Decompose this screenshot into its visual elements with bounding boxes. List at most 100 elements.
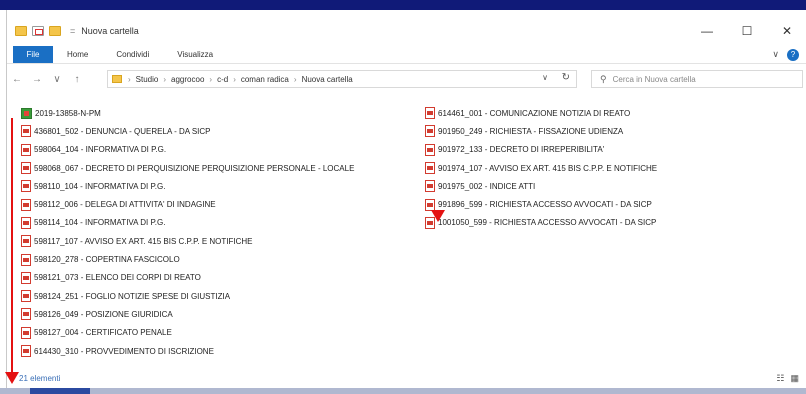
file-item[interactable]: 598127_004 - CERTIFICATO PENALE (21, 324, 354, 342)
file-item[interactable]: 598126_049 - POSIZIONE GIURIDICA (21, 305, 354, 323)
large-icons-view-icon[interactable]: ▦ (790, 373, 799, 384)
pdf-file-icon (21, 345, 31, 357)
forward-button[interactable]: → (27, 74, 47, 85)
annotation-arrow-head (5, 372, 19, 384)
pdf-file-icon (425, 107, 435, 120)
file-column-2: 614461_001 - COMUNICAZIONE NOTIZIA DI RE… (425, 104, 657, 232)
address-bar[interactable]: › Studio › aggrocoo › c-d › coman radica… (107, 70, 577, 88)
pdf-file-icon (21, 216, 31, 229)
pdf-file-icon (425, 180, 435, 193)
annotation-arrow-line (11, 118, 13, 376)
back-button[interactable]: ← (7, 74, 27, 85)
navigation-bar: ← → ∨ ↑ › Studio › aggrocoo › c-d › coma… (7, 66, 806, 92)
file-item[interactable]: 991896_599 - RICHIESTA ACCESSO AVVOCATI … (425, 195, 657, 213)
pdf-file-icon (21, 198, 31, 211)
file-item[interactable]: 598124_251 - FOGLIO NOTIZIE SPESE DI GIU… (21, 287, 354, 305)
file-name: 436801_502 - DENUNCIA - QUERELA - DA SIC… (34, 126, 211, 136)
breadcrumb-studio[interactable]: Studio (136, 75, 159, 84)
qa-customize-icon[interactable]: = (70, 26, 75, 36)
window-controls: — ☐ ✕ (687, 16, 806, 46)
file-name: 1001050_599 - RICHIESTA ACCESSO AVVOCATI… (438, 218, 657, 228)
search-icon: ⚲ (600, 73, 607, 84)
file-item[interactable]: 901972_133 - DECRETO DI IRREPERIBILITA' (425, 141, 657, 159)
file-name: 598112_006 - DELEGA DI ATTIVITA' DI INDA… (34, 200, 216, 210)
tab-condividi[interactable]: Condividi (102, 46, 163, 63)
pdf-file-icon (21, 253, 31, 266)
properties-icon[interactable] (32, 26, 44, 36)
minimize-button[interactable]: — (687, 16, 727, 46)
file-item[interactable]: 901950_249 - RICHIESTA - FISSAZIONE UDIE… (425, 122, 657, 140)
file-name: 614461_001 - COMUNICAZIONE NOTIZIA DI RE… (438, 108, 631, 118)
breadcrumb-sep-icon: › (163, 74, 167, 84)
file-name: 598120_278 - COPERTINA FASCICOLO (34, 255, 180, 265)
desktop-top-bar (0, 0, 806, 10)
annotation-arrow-head (431, 210, 445, 222)
tab-home[interactable]: Home (53, 46, 102, 63)
pdf-file-icon (21, 162, 31, 175)
tab-visualizza[interactable]: Visualizza (163, 46, 227, 63)
pdf-file-icon (21, 125, 31, 138)
close-button[interactable]: ✕ (767, 16, 806, 46)
breadcrumb-c-d[interactable]: c-d (217, 75, 228, 84)
breadcrumb-aggrocoo[interactable]: aggrocoo (171, 75, 204, 84)
file-item[interactable]: 598112_006 - DELEGA DI ATTIVITA' DI INDA… (21, 195, 354, 213)
file-item[interactable]: 614430_310 - PROVVEDIMENTO DI ISCRIZIONE (21, 342, 354, 360)
address-dropdown-icon[interactable]: ∨ (542, 73, 548, 82)
maximize-button[interactable]: ☐ (727, 16, 767, 46)
breadcrumb-coman-radica[interactable]: coman radica (241, 75, 289, 84)
taskbar (0, 388, 806, 394)
file-name: 598124_251 - FOGLIO NOTIZIE SPESE DI GIU… (34, 291, 231, 301)
file-name: 598117_107 - AVVISO EX ART. 415 BIS C.P.… (34, 236, 253, 246)
view-switcher: ☷ ▦ (776, 373, 799, 384)
pdf-file-icon (425, 162, 435, 175)
pdf-file-icon (21, 235, 31, 248)
file-item[interactable]: 598068_067 - DECRETO DI PERQUISIZIONE PE… (21, 159, 354, 177)
tab-file[interactable]: File (13, 46, 53, 63)
file-item[interactable]: 598121_073 - ELENCO DEI CORPI DI REATO (21, 269, 354, 287)
breadcrumb-sep-icon: › (233, 74, 236, 84)
file-item[interactable]: 901974_107 - AVVISO EX ART. 415 BIS C.P.… (425, 159, 657, 177)
file-name: 598068_067 - DECRETO DI PERQUISIZIONE PE… (34, 163, 355, 173)
refresh-icon[interactable]: ↻ (562, 72, 570, 83)
title-bar: = Nuova cartella — ☐ ✕ (7, 16, 806, 46)
pdf-file-icon (21, 290, 31, 303)
file-name: 901950_249 - RICHIESTA - FISSAZIONE UDIE… (438, 126, 624, 136)
breadcrumb-nuova-cartella[interactable]: Nuova cartella (302, 75, 353, 84)
file-item[interactable]: 614461_001 - COMUNICAZIONE NOTIZIA DI RE… (425, 104, 657, 122)
pdf-file-icon (21, 180, 31, 193)
application-icon (21, 107, 32, 119)
file-item[interactable]: 598120_278 - COPERTINA FASCICOLO (21, 250, 354, 268)
file-name: 901972_133 - DECRETO DI IRREPERIBILITA' (438, 145, 605, 155)
window-title: Nuova cartella (81, 26, 139, 36)
details-view-icon[interactable]: ☷ (776, 373, 784, 384)
item-count: 21 elementi (19, 373, 61, 383)
file-item[interactable]: 598117_107 - AVVISO EX ART. 415 BIS C.P.… (21, 232, 354, 250)
pdf-file-icon (425, 125, 435, 138)
file-column-1: 2019-13858-N-PM 436801_502 - DENUNCIA - Q… (21, 104, 354, 360)
file-name: 598127_004 - CERTIFICATO PENALE (34, 328, 172, 338)
file-item[interactable]: 598064_104 - INFORMATIVA DI P.G. (21, 141, 354, 159)
file-name: 598064_104 - INFORMATIVA DI P.G. (34, 145, 167, 155)
file-name: 614430_310 - PROVVEDIMENTO DI ISCRIZIONE (34, 346, 214, 356)
file-item[interactable]: 2019-13858-N-PM (21, 104, 354, 122)
breadcrumb-sep-icon: › (209, 74, 213, 84)
pdf-file-icon (21, 326, 31, 339)
file-item[interactable]: 598110_104 - INFORMATIVA DI P.G. (21, 177, 354, 195)
pdf-file-icon (21, 308, 31, 321)
file-item[interactable]: 436801_502 - DENUNCIA - QUERELA - DA SIC… (21, 122, 354, 140)
file-item[interactable]: 1001050_599 - RICHIESTA ACCESSO AVVOCATI… (425, 214, 657, 232)
file-item[interactable]: 901975_002 - INDICE ATTI (425, 177, 657, 195)
quick-access-toolbar: = (15, 26, 79, 36)
up-button[interactable]: ↑ (67, 74, 87, 85)
ribbon-expand-icon[interactable]: ∨ (772, 49, 779, 60)
file-item[interactable]: 598114_104 - INFORMATIVA DI P.G. (21, 214, 354, 232)
recent-locations-button[interactable]: ∨ (47, 74, 67, 85)
new-folder-icon[interactable] (49, 26, 61, 36)
folder-icon[interactable] (15, 26, 27, 36)
help-icon[interactable]: ? (787, 48, 799, 61)
pdf-file-icon (425, 143, 435, 156)
file-name: 2019-13858-N-PM (35, 108, 101, 118)
pdf-file-icon (425, 198, 435, 211)
search-box[interactable]: ⚲ Cerca in Nuova cartella (591, 70, 803, 88)
search-placeholder: Cerca in Nuova cartella (612, 74, 696, 84)
